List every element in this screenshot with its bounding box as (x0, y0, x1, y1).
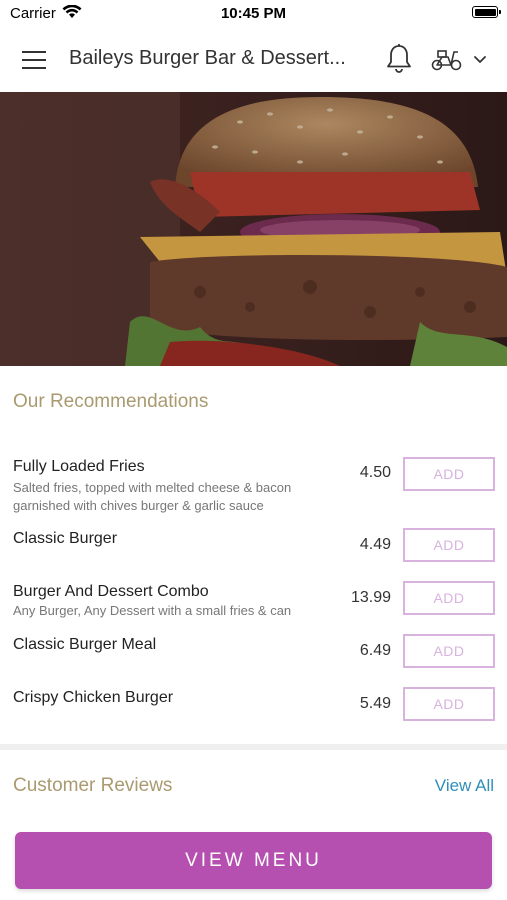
item-name: Classic Burger (13, 530, 118, 547)
app-header: Baileys Burger Bar & Dessert... (0, 28, 507, 92)
item-name: Classic Burger Meal (13, 636, 157, 653)
section-divider (0, 744, 507, 750)
view-menu-button[interactable]: VIEW MENU (15, 832, 492, 889)
add-button[interactable]: ADD (403, 528, 495, 562)
recommendations-title: Our Recommendations (13, 391, 209, 412)
item-price: 4.49 (359, 536, 391, 553)
status-bar: Carrier 10:45 PM (0, 0, 507, 28)
scooter-icon[interactable] (430, 47, 464, 73)
restaurant-title: Baileys Burger Bar & Dessert... (69, 47, 346, 69)
item-name: Crispy Chicken Burger (13, 689, 174, 706)
bell-icon[interactable] (385, 43, 413, 75)
item-description: Salted fries, topped with melted cheese … (13, 480, 292, 513)
reviews-title: Customer Reviews (13, 775, 173, 796)
battery-icon (472, 6, 501, 18)
view-all-link[interactable]: View All (435, 776, 494, 796)
item-name: Burger And Dessert Combo (13, 583, 209, 600)
add-button[interactable]: ADD (403, 581, 495, 615)
add-button[interactable]: ADD (403, 457, 495, 491)
item-price: 6.49 (359, 642, 391, 659)
item-name: Fully Loaded Fries (13, 458, 145, 475)
add-button[interactable]: ADD (403, 687, 495, 721)
add-button[interactable]: ADD (403, 634, 495, 668)
hero-burger-image (0, 92, 507, 366)
item-description: Any Burger, Any Dessert with a small fri… (13, 603, 292, 618)
burger-illustration (0, 92, 507, 366)
item-price: 5.49 (359, 695, 391, 712)
chevron-down-icon[interactable] (472, 54, 488, 66)
item-price: 4.50 (359, 464, 391, 481)
status-time: 10:45 PM (220, 5, 287, 22)
menu-icon[interactable] (22, 49, 48, 71)
item-price: 13.99 (350, 589, 391, 606)
